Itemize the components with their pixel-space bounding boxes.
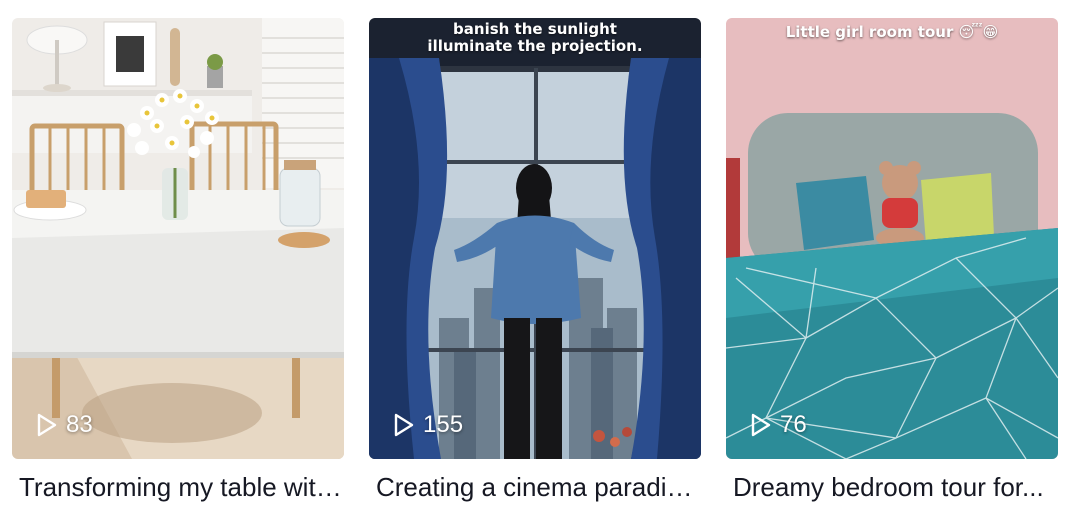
overlay-line: banish the sunlight xyxy=(453,20,617,38)
play-outline-icon xyxy=(37,413,57,437)
view-count: 155 xyxy=(393,411,463,439)
video-thumbnail[interactable]: Little girl room tour 😴😁 76 xyxy=(726,18,1058,459)
view-count-value: 155 xyxy=(423,411,464,438)
video-card[interactable]: banish the sunlight illuminate the proje… xyxy=(369,18,701,503)
video-card[interactable]: Little girl room tour 😴😁 76 Dreamy bedro… xyxy=(726,18,1058,503)
video-grid: 83 Transforming my table with... banish … xyxy=(0,0,1080,521)
overlay-line: illuminate the projection. xyxy=(427,37,643,55)
video-title[interactable]: Transforming my table with... xyxy=(12,471,344,503)
video-title[interactable]: Creating a cinema paradise... xyxy=(369,471,701,503)
video-title[interactable]: Dreamy bedroom tour for... xyxy=(726,471,1058,503)
video-card[interactable]: 83 Transforming my table with... xyxy=(12,18,344,503)
play-outline-icon xyxy=(394,413,414,437)
video-thumbnail[interactable]: 83 xyxy=(12,18,344,459)
video-overlay-caption: banish the sunlight illuminate the proje… xyxy=(369,21,701,55)
thumbnail-dining-table-image xyxy=(12,18,344,459)
overlay-line: Little girl room tour 😴😁 xyxy=(785,23,999,41)
video-thumbnail[interactable]: banish the sunlight illuminate the proje… xyxy=(369,18,701,459)
video-overlay-caption: Little girl room tour 😴😁 xyxy=(726,24,1058,41)
view-count-value: 83 xyxy=(66,411,93,438)
thumbnail-window-curtains-image xyxy=(369,18,701,459)
view-count-value: 76 xyxy=(780,411,807,438)
view-count: 83 xyxy=(36,411,93,439)
thumbnail-bedroom-image xyxy=(726,18,1058,459)
play-outline-icon xyxy=(751,413,771,437)
view-count: 76 xyxy=(750,411,807,439)
